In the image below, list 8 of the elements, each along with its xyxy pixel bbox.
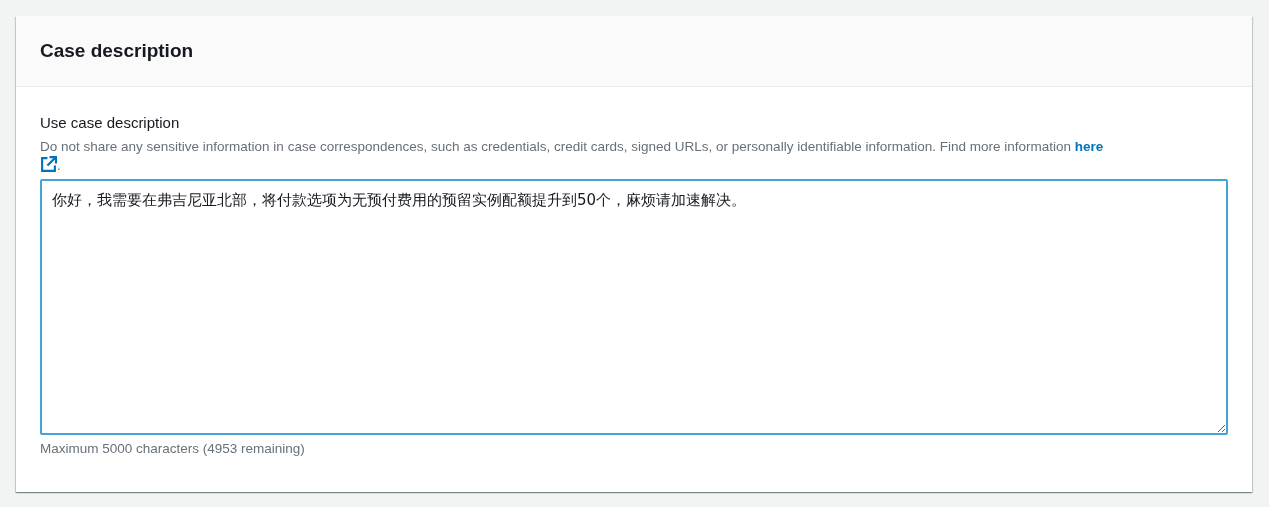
- panel-title: Case description: [40, 40, 194, 62]
- external-link-icon: [40, 156, 57, 173]
- hint-end: .: [57, 158, 61, 173]
- here-link[interactable]: here: [1074, 139, 1104, 154]
- description-field[interactable]: 你好，我需要在弗吉尼亚北部，将付款选项为无预付费用的预留实例配额提升到50个，麻烦请加速解决。: [40, 179, 1228, 435]
- character-count: Maximum 5000 characters (4953 remaining): [40, 441, 306, 456]
- hint-text: Do not share any sensitive information in case correspondences, such as credentials, credit cards, signed URLs, or personally identifiable information. Find more information here .: [40, 138, 1105, 175]
- field-label: Use case description: [40, 113, 181, 133]
